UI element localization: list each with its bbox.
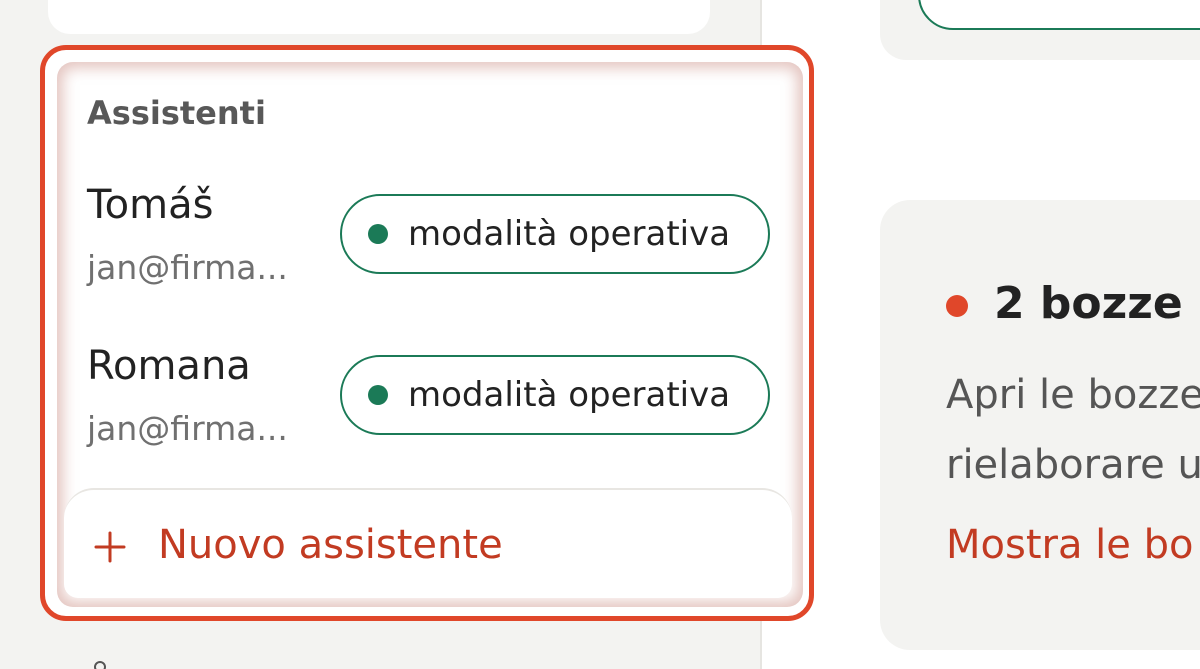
app-window: Assistenti Tomáš jan@firma... modalità o…: [0, 0, 1200, 669]
assistant-status-badge[interactable]: modalità operativa: [340, 355, 770, 435]
drafts-description-line: rielaborare u: [946, 442, 1200, 488]
drafts-description-line: Apri le bozze: [946, 372, 1200, 418]
assistant-name[interactable]: Tomáš: [87, 182, 213, 228]
status-dot-icon: [368, 385, 388, 405]
drafts-description: Apri le bozze rielaborare u: [946, 360, 1200, 500]
plus-icon: [94, 531, 126, 563]
show-drafts-link[interactable]: Mostra le bo: [946, 522, 1193, 568]
drafts-title: 2 bozze p: [994, 278, 1200, 329]
assistant-status-badge[interactable]: modalità operativa: [340, 194, 770, 274]
alert-dot-icon: [946, 295, 968, 317]
assistant-name[interactable]: Romana: [87, 343, 251, 389]
sidebar-top-card: [48, 0, 710, 34]
status-dot-icon: [368, 224, 388, 244]
assistant-status-label: modalità operativa: [408, 214, 731, 254]
new-assistant-label[interactable]: Nuovo assistente: [158, 522, 503, 568]
assistants-panel-title: Assistenti: [87, 94, 266, 132]
assistant-status-label: modalità operativa: [408, 375, 731, 415]
assistant-email: jan@firma...: [87, 409, 288, 448]
assistant-email: jan@firma...: [87, 248, 288, 287]
user-icon: [94, 661, 106, 669]
main-top-button[interactable]: [918, 0, 1200, 30]
